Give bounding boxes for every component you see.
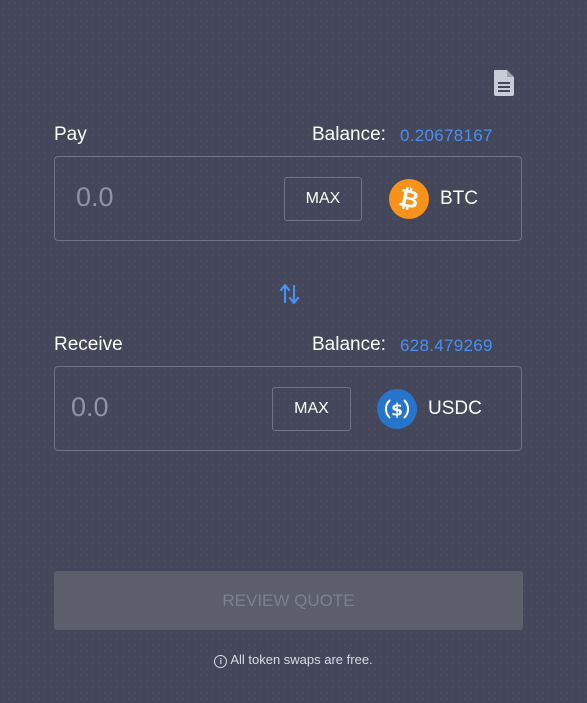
bitcoin-icon: ₿ — [389, 179, 429, 219]
usdc-icon: $ — [377, 389, 417, 429]
pay-max-button[interactable]: MAX — [284, 177, 362, 221]
receive-token-selector[interactable]: $ USDC — [377, 389, 482, 429]
footer-note: i All token swaps are free. — [0, 652, 587, 668]
pay-token-symbol: BTC — [440, 188, 478, 209]
svg-text:$: $ — [391, 401, 403, 421]
receive-balance-label: Balance: — [312, 334, 386, 355]
receive-max-button[interactable]: MAX — [272, 387, 351, 431]
pay-amount-input[interactable] — [76, 179, 256, 215]
pay-balance-label: Balance: — [312, 124, 386, 145]
footer-note-text: All token swaps are free. — [230, 652, 373, 667]
receive-amount-input[interactable] — [71, 389, 251, 425]
swap-panel: Pay Balance: 0.20678167 MAX ₿ BTC Receiv… — [0, 0, 587, 703]
receive-balance-value: 628.479269 — [400, 336, 493, 355]
receive-amount-box: MAX $ USDC — [54, 366, 522, 451]
pay-amount-box: MAX ₿ BTC — [54, 156, 522, 241]
document-icon[interactable] — [492, 69, 516, 97]
pay-balance-value: 0.20678167 — [400, 126, 493, 145]
receive-label: Receive — [54, 334, 123, 355]
info-icon: i — [214, 655, 228, 668]
swap-arrows-icon[interactable] — [279, 282, 301, 306]
receive-token-symbol: USDC — [428, 398, 482, 419]
pay-token-selector[interactable]: ₿ BTC — [389, 179, 478, 219]
pay-label: Pay — [54, 124, 87, 145]
review-quote-button[interactable]: REVIEW QUOTE — [54, 571, 523, 630]
